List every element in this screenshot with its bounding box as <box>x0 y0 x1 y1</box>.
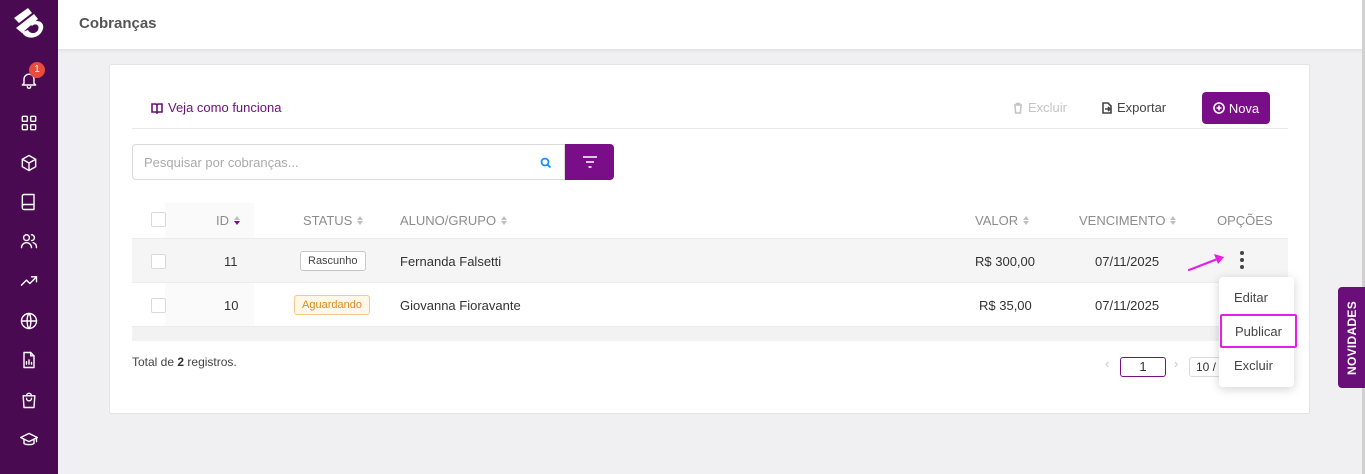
notification-badge: 1 <box>29 62 45 78</box>
page-title: Cobranças <box>79 15 157 32</box>
row-checkbox[interactable] <box>151 253 166 269</box>
sidebar: 1 <box>0 0 58 474</box>
annotation-arrow-icon <box>1187 254 1224 272</box>
search-input[interactable] <box>133 145 523 179</box>
row-student-name: Giovanna Fioravante <box>400 297 521 313</box>
row-options-menu: Editar Publicar Excluir <box>1219 277 1297 387</box>
sidebar-item-dashboard[interactable] <box>0 105 58 141</box>
row-due-date: 07/11/2025 <box>1095 297 1160 313</box>
delete-button-label: Excluir <box>1028 100 1068 115</box>
row-value: R$ 300,00 <box>975 253 1035 269</box>
delete-button[interactable]: Excluir <box>1012 100 1067 115</box>
filter-button[interactable] <box>565 144 614 180</box>
sidebar-item-products[interactable] <box>0 145 58 181</box>
new-charge-button[interactable]: Nova <box>1202 92 1270 124</box>
export-button[interactable]: Exportar <box>1101 100 1166 115</box>
dashboard-grid-icon <box>21 115 37 131</box>
sidebar-item-store[interactable] <box>0 382 58 418</box>
pagination-current-page[interactable]: 1 <box>1120 357 1166 377</box>
charges-card: Veja como funciona Excluir Exportar Nova… <box>109 64 1310 414</box>
row-checkbox[interactable] <box>151 297 166 313</box>
pagination-prev-icon[interactable]: ‹ <box>1105 356 1109 371</box>
row-options-icon[interactable] <box>1239 251 1245 269</box>
sidebar-item-users[interactable] <box>0 223 58 259</box>
users-icon <box>20 234 38 249</box>
row-id: 11 <box>224 253 238 269</box>
book-icon <box>21 193 35 211</box>
filter-icon <box>582 156 597 168</box>
graduation-cap-icon <box>19 432 39 446</box>
table-row[interactable]: 11 Rascunho Fernanda Falsetti R$ 300,00 … <box>132 239 1288 283</box>
column-header-id[interactable]: ID <box>216 213 240 228</box>
row-value: R$ 35,00 <box>979 297 1032 313</box>
column-header-value[interactable]: VALOR <box>975 213 1030 228</box>
status-badge: Rascunho <box>300 251 366 271</box>
menu-item-edit[interactable]: Editar <box>1219 285 1294 309</box>
trash-icon <box>1014 102 1022 114</box>
total-records: Total de 2 registros. <box>132 355 237 369</box>
row-id: 10 <box>224 297 239 313</box>
column-header-student[interactable]: ALUNO/GRUPO <box>400 213 508 228</box>
sidebar-item-reports[interactable] <box>0 342 58 378</box>
menu-item-delete[interactable]: Excluir <box>1219 353 1294 377</box>
search-icon[interactable] <box>540 156 552 169</box>
menu-item-publish[interactable]: Publicar <box>1220 314 1297 348</box>
open-book-icon <box>151 102 163 114</box>
row-due-date: 07/11/2025 <box>1095 253 1160 269</box>
sort-icon <box>1023 216 1030 225</box>
trending-up-icon <box>20 276 38 286</box>
table-header: ID STATUS ALUNO/GRUPO VALOR VENCIMENTO O… <box>132 203 1288 239</box>
sort-icon <box>501 216 508 225</box>
top-header: Cobranças <box>58 0 1362 50</box>
row-student-name: Fernanda Falsetti <box>400 253 502 269</box>
sort-icon <box>357 216 364 225</box>
help-link[interactable]: Veja como funciona <box>151 100 281 115</box>
sort-icon <box>1170 216 1177 225</box>
sidebar-item-courses[interactable] <box>0 184 58 220</box>
table-row[interactable]: 10 Aguardando Giovanna Fioravante R$ 35,… <box>132 283 1288 327</box>
column-header-due-date[interactable]: VENCIMENTO <box>1079 213 1177 228</box>
sidebar-item-notifications[interactable]: 1 <box>0 62 58 98</box>
column-header-options: OPÇÕES <box>1217 213 1273 228</box>
globe-icon <box>20 312 38 330</box>
sort-icon <box>234 216 240 225</box>
app-logo[interactable] <box>10 4 50 44</box>
export-file-icon <box>1102 101 1112 114</box>
cube-icon <box>21 154 37 172</box>
sidebar-item-site[interactable] <box>0 303 58 339</box>
shopping-bag-icon <box>22 392 36 409</box>
pagination-next-icon[interactable]: › <box>1174 356 1178 371</box>
news-tab[interactable]: NOVIDADES <box>1338 287 1365 388</box>
column-header-status[interactable]: STATUS <box>303 213 364 228</box>
sidebar-item-academy[interactable] <box>0 422 58 458</box>
status-badge: Aguardando <box>294 295 370 315</box>
toolbar-divider <box>132 128 1288 129</box>
report-file-icon <box>23 351 35 369</box>
news-tab-label: NOVIDADES <box>1345 300 1360 375</box>
table-horizontal-scrollbar[interactable] <box>132 327 1288 341</box>
new-charge-label: Nova <box>1228 100 1260 116</box>
plus-circle-icon <box>1213 102 1225 114</box>
select-all-checkbox[interactable] <box>151 212 166 227</box>
help-link-label: Veja como funciona <box>168 100 282 115</box>
sidebar-item-sales[interactable] <box>0 263 58 299</box>
export-button-label: Exportar <box>1117 100 1167 115</box>
search-box <box>132 144 565 180</box>
